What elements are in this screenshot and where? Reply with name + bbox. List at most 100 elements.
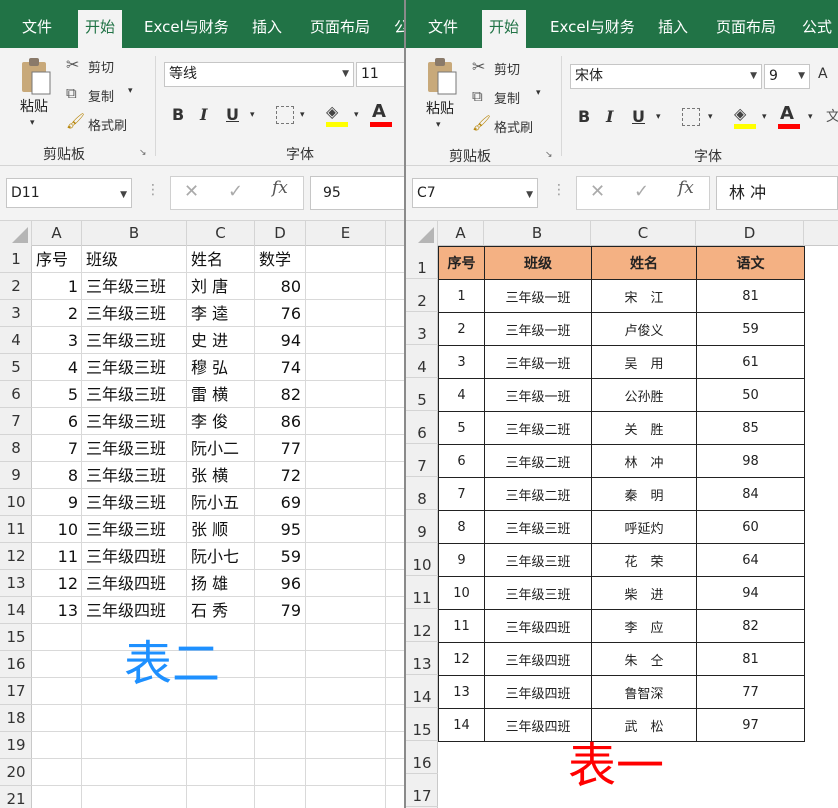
seq-cell[interactable]: 7 <box>32 435 78 462</box>
chevron-down-icon[interactable]: ▾ <box>436 120 441 130</box>
seq-cell[interactable]: 3 <box>438 345 485 379</box>
seq-cell[interactable]: 1 <box>32 273 78 300</box>
select-all-button[interactable] <box>406 221 438 246</box>
cut-button[interactable]: 剪切 <box>88 57 114 76</box>
name-cell[interactable]: 柴 进 <box>591 576 697 610</box>
header-cell-class[interactable]: 班级 <box>86 246 118 273</box>
enter-icon[interactable]: ✓ <box>228 181 243 202</box>
name-cell[interactable]: 雷 横 <box>191 381 251 408</box>
tab-file[interactable]: 文件 <box>428 10 458 48</box>
score-cell[interactable]: 82 <box>696 609 805 643</box>
tab-excel-finance[interactable]: Excel与财务 <box>144 10 229 48</box>
row-header[interactable]: 13 <box>406 642 438 675</box>
copy-button[interactable]: 复制 <box>88 86 114 105</box>
score-cell[interactable]: 97 <box>696 708 805 742</box>
formula-input[interactable]: 95 <box>310 176 404 210</box>
chevron-down-icon[interactable]: ▼ <box>342 63 349 86</box>
score-cell[interactable]: 61 <box>696 345 805 379</box>
class-cell[interactable]: 三年级三班 <box>86 516 186 543</box>
italic-button[interactable]: I <box>606 107 613 126</box>
seq-cell[interactable]: 8 <box>32 462 78 489</box>
chevron-down-icon[interactable]: ▼ <box>798 65 805 88</box>
underline-button[interactable]: U <box>226 105 239 124</box>
row-header[interactable]: 17 <box>0 678 32 705</box>
seq-cell[interactable]: 6 <box>438 444 485 478</box>
row-header[interactable]: 7 <box>0 408 32 435</box>
class-cell[interactable]: 三年级三班 <box>86 273 186 300</box>
score-cell[interactable]: 79 <box>255 597 301 624</box>
chevron-down-icon[interactable]: ▼ <box>526 181 533 207</box>
enter-icon[interactable]: ✓ <box>634 181 649 202</box>
row-header[interactable]: 3 <box>0 300 32 327</box>
chevron-down-icon[interactable]: ▾ <box>536 88 541 98</box>
name-cell[interactable]: 穆 弘 <box>191 354 251 381</box>
tab-formulas[interactable]: 公式 <box>802 10 832 48</box>
name-box[interactable]: C7 ▼ <box>412 178 538 208</box>
row-header[interactable]: 14 <box>0 597 32 624</box>
row-header[interactable]: 1 <box>0 246 32 273</box>
seq-cell[interactable]: 13 <box>438 675 485 709</box>
score-cell[interactable]: 59 <box>696 312 805 346</box>
chevron-down-icon[interactable]: ▾ <box>762 112 767 122</box>
row-header[interactable]: 12 <box>0 543 32 570</box>
formula-input[interactable]: 林 冲 <box>716 176 838 210</box>
score-cell[interactable]: 85 <box>696 411 805 445</box>
score-cell[interactable]: 84 <box>696 477 805 511</box>
cut-button[interactable]: 剪切 <box>494 59 520 78</box>
seq-cell[interactable]: 13 <box>32 597 78 624</box>
font-color-icon[interactable]: A <box>780 103 794 124</box>
row-header[interactable]: 13 <box>0 570 32 597</box>
row-header[interactable]: 20 <box>0 759 32 786</box>
name-cell[interactable]: 呼延灼 <box>591 510 697 544</box>
row-header[interactable]: 11 <box>0 516 32 543</box>
name-cell[interactable]: 秦 明 <box>591 477 697 511</box>
name-cell[interactable]: 石 秀 <box>191 597 251 624</box>
header-cell-name[interactable]: 姓名 <box>591 246 697 280</box>
tab-home[interactable]: 开始 <box>78 10 123 48</box>
format-painter-button[interactable]: 格式刷 <box>88 115 127 134</box>
score-cell[interactable]: 77 <box>696 675 805 709</box>
column-header-C[interactable]: C <box>187 221 255 246</box>
header-cell-name[interactable]: 姓名 <box>191 246 223 273</box>
row-header[interactable]: 5 <box>406 378 438 411</box>
seq-cell[interactable]: 4 <box>438 378 485 412</box>
chevron-down-icon[interactable]: ▾ <box>30 118 35 128</box>
seq-cell[interactable]: 2 <box>32 300 78 327</box>
name-cell[interactable]: 朱 仝 <box>591 642 697 676</box>
row-header[interactable]: 12 <box>406 609 438 642</box>
row-header[interactable]: 6 <box>0 381 32 408</box>
font-name-box[interactable]: 宋体 ▼ <box>570 64 762 89</box>
class-cell[interactable]: 三年级四班 <box>484 708 592 742</box>
class-cell[interactable]: 三年级三班 <box>484 543 592 577</box>
font-size-box[interactable]: 11 <box>356 62 404 87</box>
insert-function-icon[interactable]: fx <box>678 178 694 198</box>
name-cell[interactable]: 阮小二 <box>191 435 251 462</box>
grow-font-icon[interactable]: A <box>818 66 828 82</box>
insert-function-icon[interactable]: fx <box>272 178 288 198</box>
chevron-down-icon[interactable]: ▾ <box>128 86 133 96</box>
name-cell[interactable]: 张 横 <box>191 462 251 489</box>
name-cell[interactable]: 公孙胜 <box>591 378 697 412</box>
chevron-down-icon[interactable]: ▾ <box>300 110 305 120</box>
class-cell[interactable]: 三年级一班 <box>484 345 592 379</box>
name-box[interactable]: D11 ▼ <box>6 178 132 208</box>
row-header[interactable]: 5 <box>0 354 32 381</box>
class-cell[interactable]: 三年级四班 <box>484 642 592 676</box>
row-header[interactable]: 9 <box>0 462 32 489</box>
class-cell[interactable]: 三年级一班 <box>484 279 592 313</box>
class-cell[interactable]: 三年级三班 <box>86 489 186 516</box>
name-cell[interactable]: 李 逵 <box>191 300 251 327</box>
score-cell[interactable]: 50 <box>696 378 805 412</box>
score-cell[interactable]: 74 <box>255 354 301 381</box>
class-cell[interactable]: 三年级三班 <box>484 510 592 544</box>
select-all-button[interactable] <box>0 221 32 246</box>
name-cell[interactable]: 吴 用 <box>591 345 697 379</box>
tab-home[interactable]: 开始 <box>482 10 527 48</box>
seq-cell[interactable]: 1 <box>438 279 485 313</box>
font-size-box[interactable]: 9 ▼ <box>764 64 810 89</box>
row-header[interactable]: 21 <box>0 786 32 808</box>
name-cell[interactable]: 李 应 <box>591 609 697 643</box>
name-cell[interactable]: 阮小七 <box>191 543 251 570</box>
row-header[interactable]: 4 <box>406 345 438 378</box>
cancel-icon[interactable]: ✕ <box>590 181 605 202</box>
